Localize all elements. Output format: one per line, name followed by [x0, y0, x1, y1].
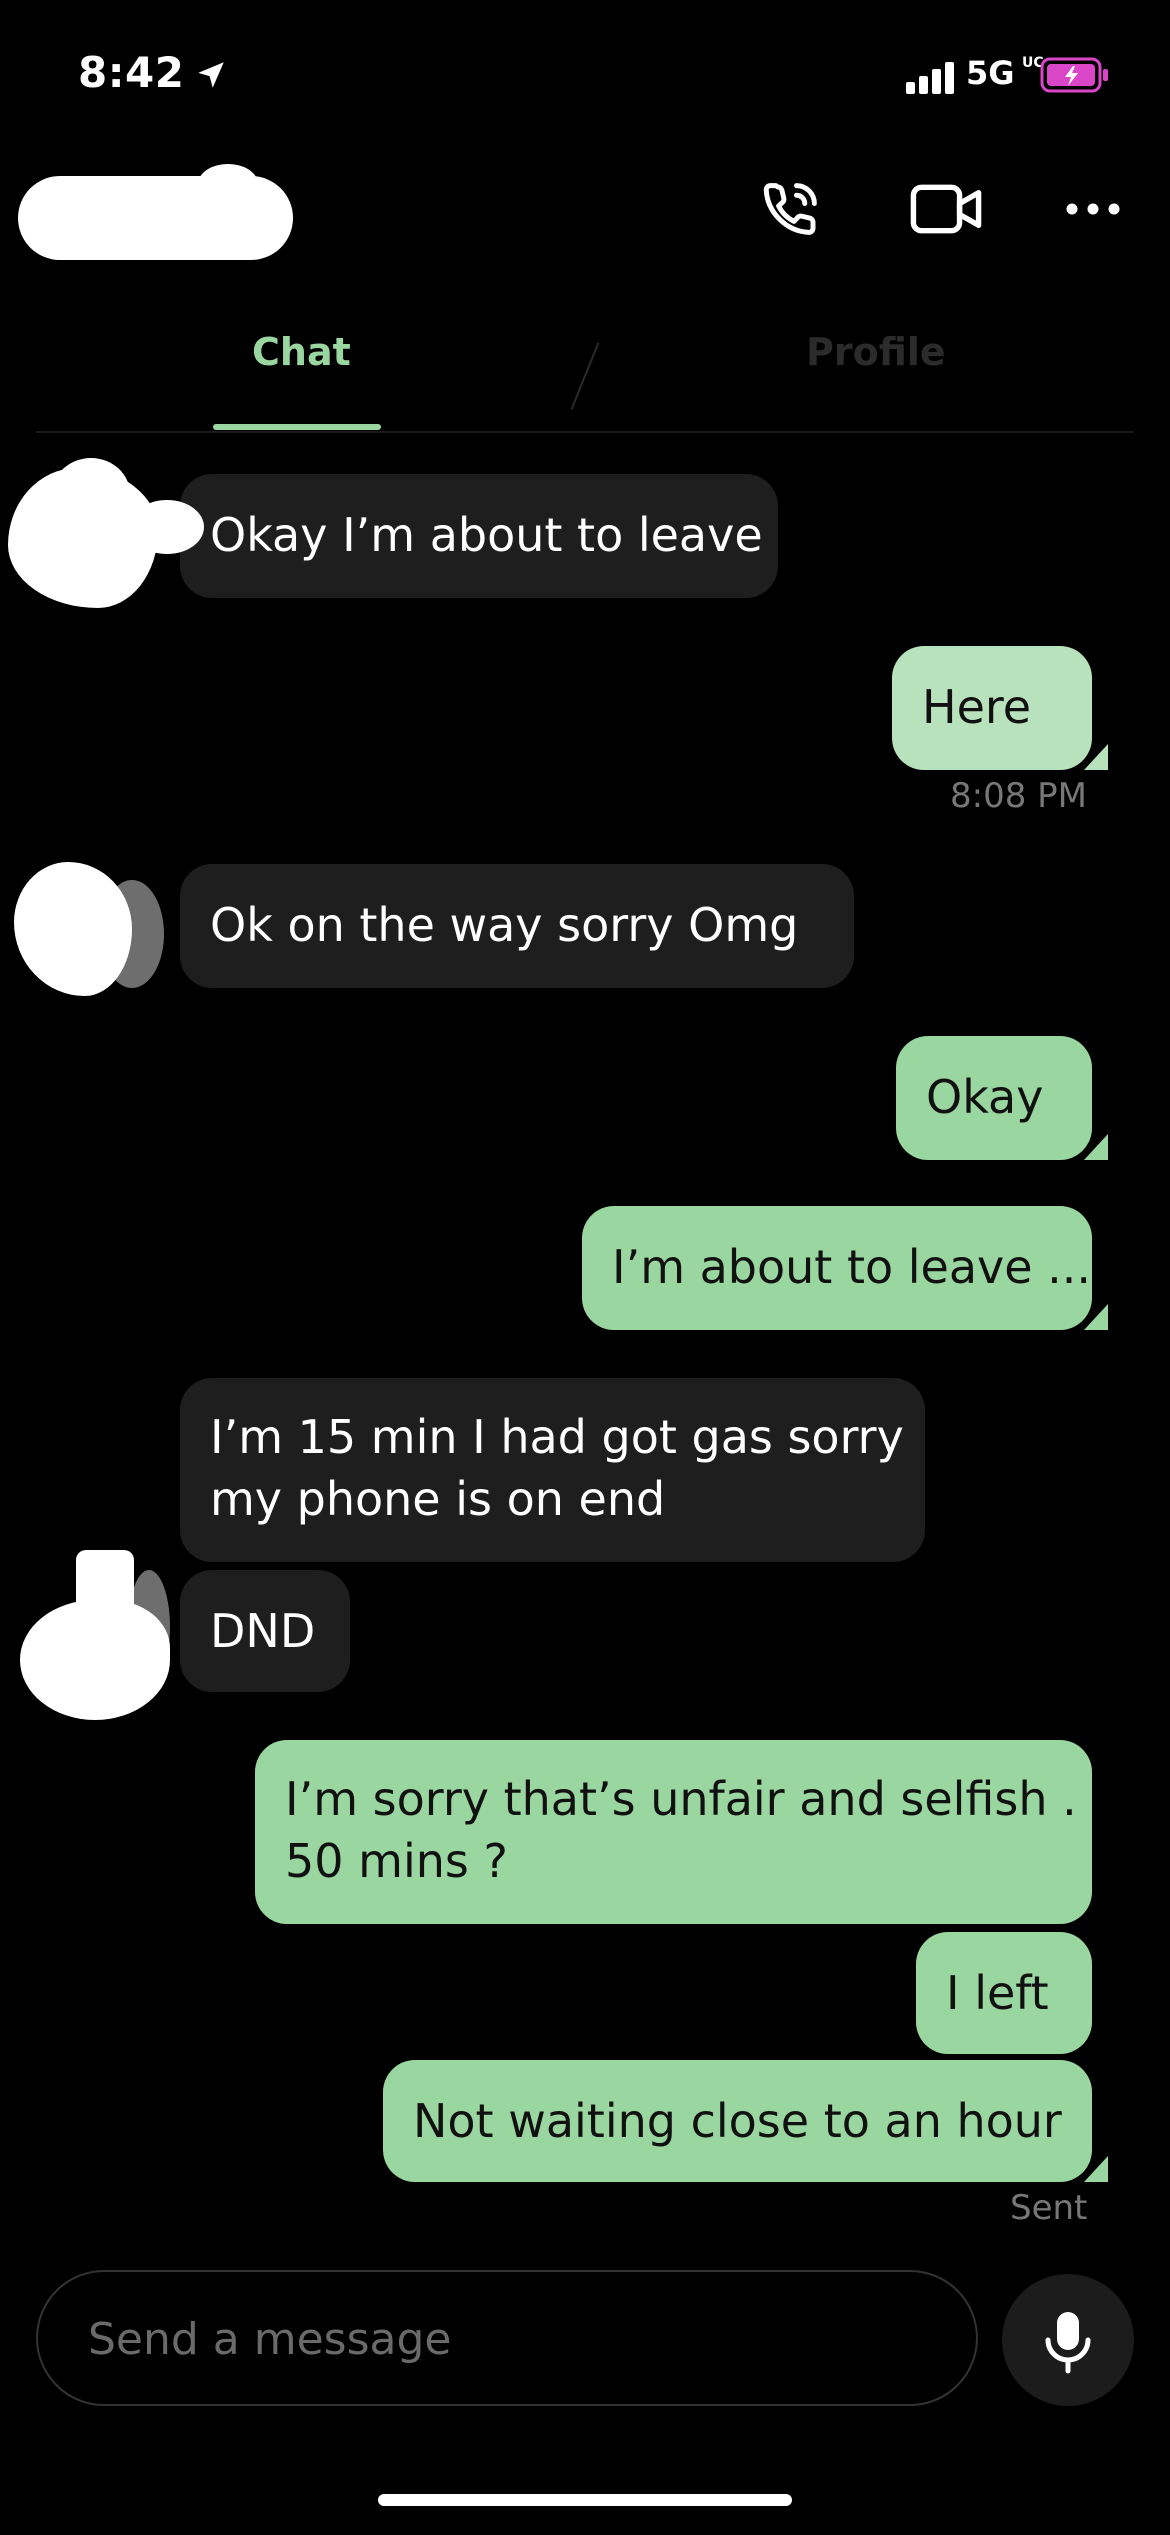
outgoing-message[interactable]: I left — [916, 1932, 1092, 2054]
message-text: I’m about to leave ... — [612, 1240, 1092, 1294]
video-camera-icon[interactable] — [908, 176, 984, 242]
message-text-line: 50 mins ? — [285, 1834, 508, 1888]
contact-name-redacted[interactable] — [18, 164, 293, 260]
network-type: 5G — [966, 54, 1015, 92]
microphone-icon — [1045, 2312, 1091, 2374]
outgoing-message[interactable]: Here — [892, 646, 1108, 770]
message-text-line: I’m 15 min I had got gas sorry — [210, 1410, 904, 1464]
tab-chat[interactable]: Chat — [252, 330, 351, 374]
message-text: Okay — [926, 1070, 1044, 1124]
message-input[interactable] — [86, 2272, 930, 2406]
message-text: I left — [946, 1966, 1049, 2020]
message-text: Not waiting close to an hour — [413, 2094, 1062, 2148]
message-text: Here — [922, 680, 1032, 734]
tab-separator — [570, 342, 600, 410]
phone-icon[interactable] — [758, 176, 824, 242]
message-text: DND — [210, 1604, 316, 1658]
active-tab-indicator — [213, 424, 381, 430]
cellular-signal-icon — [906, 60, 958, 94]
outgoing-message[interactable]: I’m sorry that’s unfair and selfish . 50… — [255, 1740, 1092, 1924]
message-text: Okay I’m about to leave — [210, 508, 763, 562]
outgoing-message[interactable]: I’m about to leave ... — [582, 1206, 1108, 1330]
message-text: Ok on the way sorry Omg — [210, 898, 799, 952]
message-composer — [36, 2270, 978, 2406]
battery-charging-icon — [1040, 57, 1108, 93]
avatar-redacted-part — [130, 500, 204, 554]
incoming-message[interactable]: DND — [180, 1570, 350, 1692]
message-status: Sent — [1010, 2188, 1088, 2228]
home-indicator[interactable] — [378, 2494, 792, 2506]
location-arrow-icon — [198, 62, 224, 88]
avatar-redacted — [14, 862, 132, 996]
status-time: 8:42 — [78, 48, 185, 97]
message-text-line: I’m sorry that’s unfair and selfish . — [285, 1772, 1077, 1826]
avatar-redacted-part — [76, 1550, 134, 1640]
tab-profile[interactable]: Profile — [806, 330, 946, 374]
message-text-line: my phone is on end — [210, 1472, 666, 1526]
incoming-message[interactable]: Ok on the way sorry Omg — [180, 864, 854, 988]
microphone-button[interactable] — [1002, 2274, 1134, 2406]
outgoing-message[interactable]: Not waiting close to an hour — [383, 2060, 1108, 2182]
more-horizontal-icon[interactable] — [1062, 176, 1124, 242]
tab-divider — [36, 431, 1134, 433]
message-timestamp: 8:08 PM — [950, 776, 1087, 816]
incoming-message[interactable]: Okay I’m about to leave — [180, 474, 778, 598]
avatar-redacted-part — [52, 458, 130, 530]
outgoing-message[interactable]: Okay — [896, 1036, 1108, 1160]
incoming-message[interactable]: I’m 15 min I had got gas sorry my phone … — [180, 1378, 925, 1562]
